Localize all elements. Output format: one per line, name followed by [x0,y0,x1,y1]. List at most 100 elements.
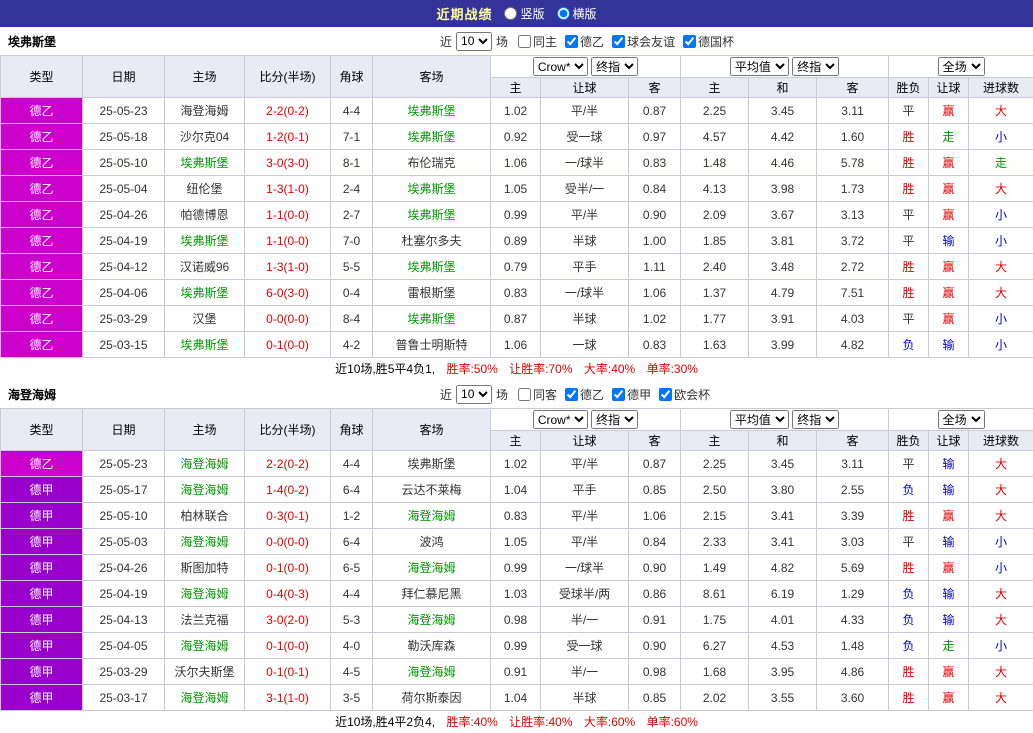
match-score[interactable]: 3-0(2-0) [245,607,331,633]
filter-checkbox[interactable]: 同主 [518,33,557,50]
home-team[interactable]: 海登海姆 [165,581,245,607]
away-team[interactable]: 海登海姆 [373,503,491,529]
match-count-select[interactable]: 10 [456,32,492,51]
match-date: 25-05-18 [83,124,165,150]
home-team[interactable]: 埃弗斯堡 [165,280,245,306]
filter-checkbox-input[interactable] [565,35,578,48]
match-score[interactable]: 1-4(0-2) [245,477,331,503]
home-team[interactable]: 埃弗斯堡 [165,228,245,254]
handicap-odds-home: 0.99 [491,202,541,228]
bookmaker-select[interactable]: Crow* [533,410,588,429]
home-team[interactable]: 海登海姆 [165,477,245,503]
fulltime-select[interactable]: 全场 [938,410,985,429]
filter-checkbox[interactable]: 欧会杯 [659,386,710,403]
match-score[interactable]: 3-0(3-0) [245,150,331,176]
view-horizontal-option[interactable]: 横版 [557,5,597,22]
home-team[interactable]: 斯图加特 [165,555,245,581]
odds-stage-select[interactable]: 终指 [591,410,638,429]
average-select[interactable]: 平均值 [730,57,789,76]
match-score[interactable]: 1-3(1-0) [245,254,331,280]
league-badge: 德乙 [1,451,83,477]
away-team[interactable]: 埃弗斯堡 [373,124,491,150]
view-vertical-option[interactable]: 竖版 [504,5,544,22]
home-team[interactable]: 埃弗斯堡 [165,332,245,358]
home-team[interactable]: 柏林联合 [165,503,245,529]
home-team[interactable]: 汉诺威96 [165,254,245,280]
odds-stage-select[interactable]: 终指 [591,57,638,76]
view-horizontal-radio[interactable] [557,7,570,20]
match-score[interactable]: 0-1(0-0) [245,332,331,358]
match-score[interactable]: 0-0(0-0) [245,306,331,332]
home-team[interactable]: 海登海姆 [165,685,245,711]
filter-bar: 埃弗斯堡 近 10 场 同主德乙球会友谊德国杯 [0,27,1033,55]
away-team[interactable]: 拜仁慕尼黑 [373,581,491,607]
match-score[interactable]: 6-0(3-0) [245,280,331,306]
home-team[interactable]: 法兰克福 [165,607,245,633]
average-stage-select[interactable]: 终指 [792,57,839,76]
match-score[interactable]: 0-1(0-1) [245,659,331,685]
handicap-line: 半球 [541,228,629,254]
bookmaker-select[interactable]: Crow* [533,57,588,76]
filter-checkbox-input[interactable] [612,35,625,48]
away-team[interactable]: 云达不莱梅 [373,477,491,503]
match-score[interactable]: 0-3(0-1) [245,503,331,529]
away-team[interactable]: 埃弗斯堡 [373,451,491,477]
away-team[interactable]: 埃弗斯堡 [373,202,491,228]
filter-checkbox[interactable]: 德甲 [612,386,651,403]
match-score[interactable]: 0-0(0-0) [245,529,331,555]
away-team[interactable]: 杜塞尔多夫 [373,228,491,254]
filter-checkbox-input[interactable] [612,388,625,401]
home-team[interactable]: 海登海姆 [165,451,245,477]
match-score[interactable]: 1-3(1-0) [245,176,331,202]
away-team[interactable]: 海登海姆 [373,555,491,581]
away-team[interactable]: 埃弗斯堡 [373,306,491,332]
match-score[interactable]: 0-1(0-0) [245,555,331,581]
filter-checkbox[interactable]: 同客 [518,386,557,403]
filter-checkbox-input[interactable] [518,388,531,401]
average-select[interactable]: 平均值 [730,410,789,429]
away-team[interactable]: 海登海姆 [373,607,491,633]
bookmaker-odds-header: Crow* 终指 [491,409,681,431]
filter-checkbox-input[interactable] [518,35,531,48]
home-team[interactable]: 沃尔夫斯堡 [165,659,245,685]
result-handicap: 走 [929,633,969,659]
filter-checkbox[interactable]: 球会友谊 [612,33,675,50]
filter-checkbox[interactable]: 德乙 [565,33,604,50]
match-count-select[interactable]: 10 [456,385,492,404]
match-score[interactable]: 3-1(1-0) [245,685,331,711]
away-team[interactable]: 海登海姆 [373,659,491,685]
home-team[interactable]: 埃弗斯堡 [165,150,245,176]
filter-checkbox-input[interactable] [659,388,672,401]
home-team[interactable]: 沙尔克04 [165,124,245,150]
away-team[interactable]: 荷尔斯泰因 [373,685,491,711]
home-team[interactable]: 海登海姆 [165,98,245,124]
match-score[interactable]: 2-2(0-2) [245,451,331,477]
filter-checkbox-input[interactable] [565,388,578,401]
match-score[interactable]: 1-2(0-1) [245,124,331,150]
filter-checkbox-input[interactable] [683,35,696,48]
away-team[interactable]: 普鲁士明斯特 [373,332,491,358]
away-team[interactable]: 埃弗斯堡 [373,98,491,124]
home-team[interactable]: 海登海姆 [165,529,245,555]
view-vertical-radio[interactable] [504,7,517,20]
home-team[interactable]: 帕德博恩 [165,202,245,228]
filter-checkbox[interactable]: 德乙 [565,386,604,403]
match-score[interactable]: 1-1(0-0) [245,228,331,254]
away-team[interactable]: 勒沃库森 [373,633,491,659]
away-team[interactable]: 布伦瑞克 [373,150,491,176]
match-score[interactable]: 0-1(0-0) [245,633,331,659]
average-stage-select[interactable]: 终指 [792,410,839,429]
avg-odds-draw: 3.99 [749,332,817,358]
match-score[interactable]: 0-4(0-3) [245,581,331,607]
away-team[interactable]: 波鸿 [373,529,491,555]
match-score[interactable]: 2-2(0-2) [245,98,331,124]
home-team[interactable]: 汉堡 [165,306,245,332]
away-team[interactable]: 埃弗斯堡 [373,254,491,280]
home-team[interactable]: 纽伦堡 [165,176,245,202]
fulltime-select[interactable]: 全场 [938,57,985,76]
away-team[interactable]: 雷根斯堡 [373,280,491,306]
filter-checkbox[interactable]: 德国杯 [683,33,734,50]
home-team[interactable]: 海登海姆 [165,633,245,659]
match-score[interactable]: 1-1(0-0) [245,202,331,228]
away-team[interactable]: 埃弗斯堡 [373,176,491,202]
